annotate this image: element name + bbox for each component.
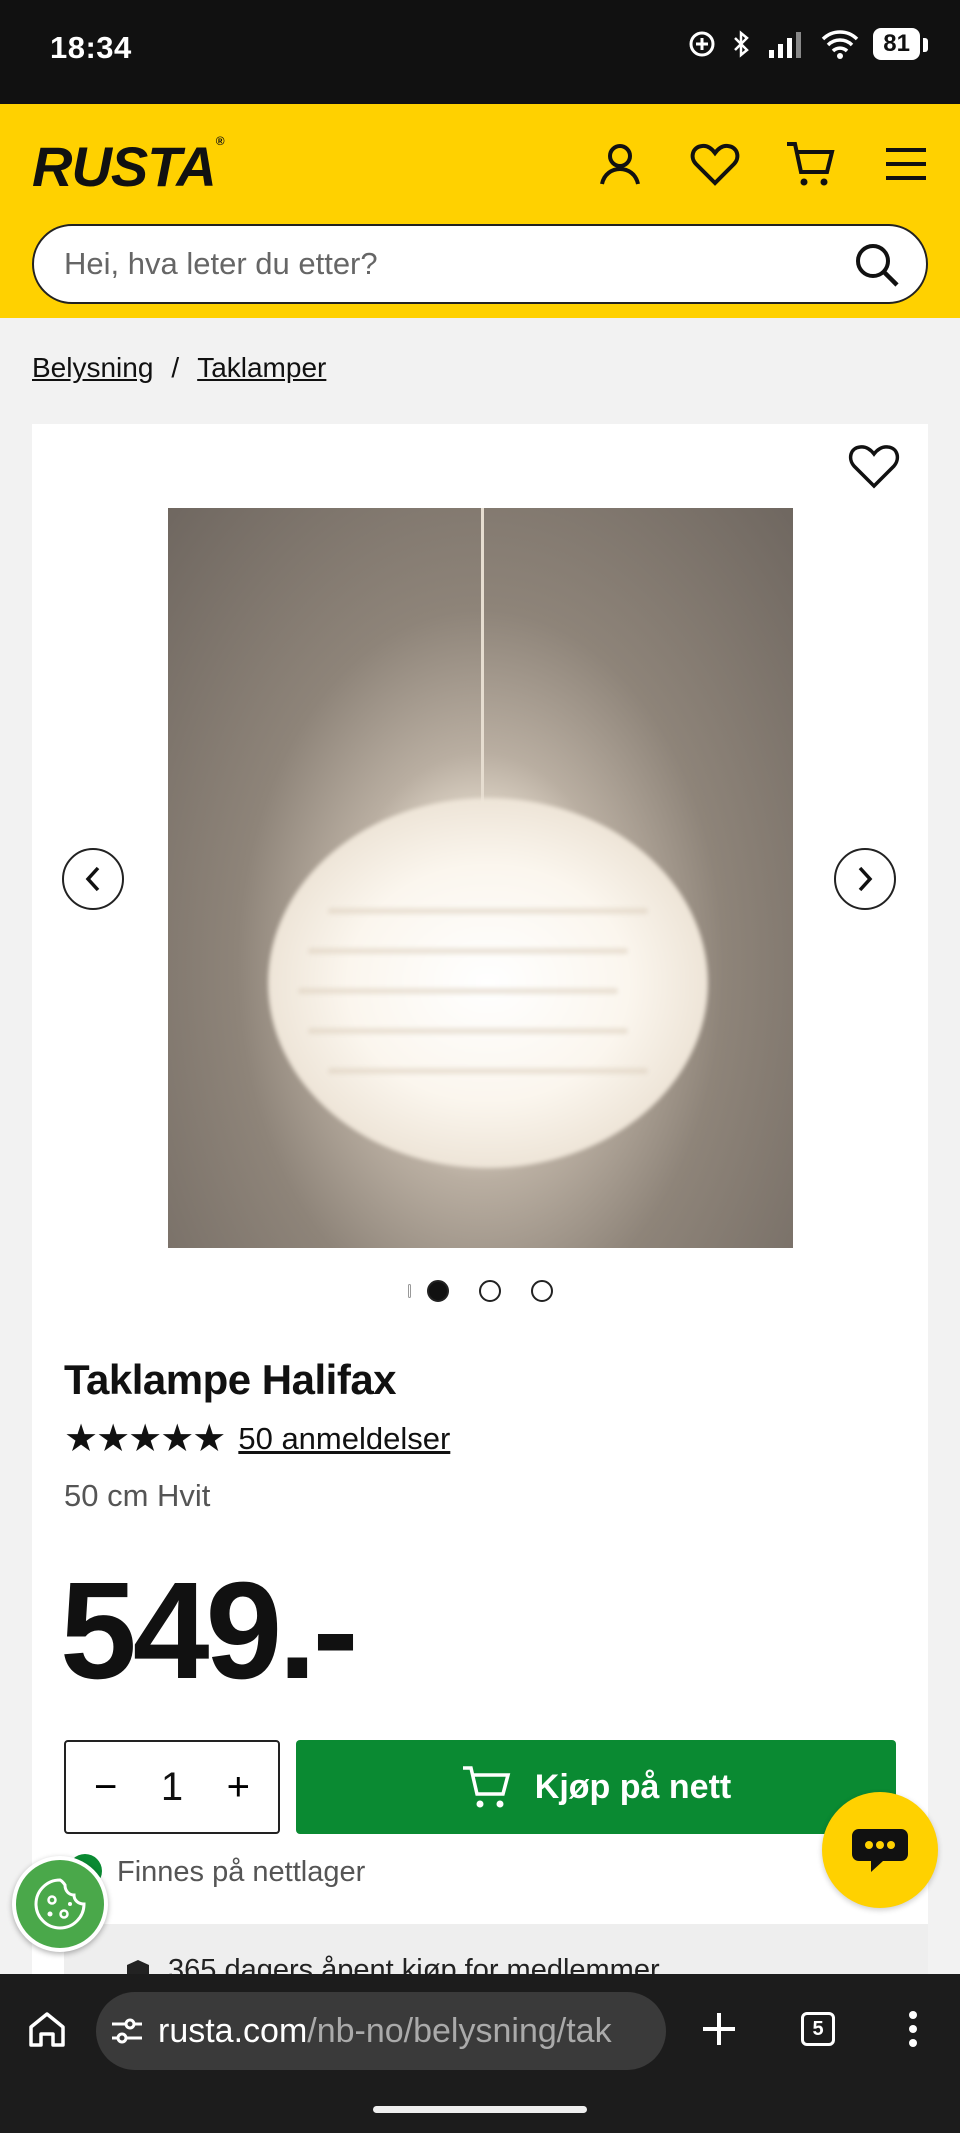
quantity-stepper: − 1 + xyxy=(64,1740,280,1834)
breadcrumb: Belysning / Taklamper xyxy=(32,352,326,384)
cookie-icon xyxy=(34,1878,86,1930)
cart-icon[interactable] xyxy=(780,134,840,194)
new-tab-icon[interactable] xyxy=(694,2004,744,2054)
site-header: RUSTA® xyxy=(0,104,960,318)
account-icon[interactable] xyxy=(590,134,650,194)
system-nav-bar xyxy=(0,2084,960,2133)
bluetooth-icon xyxy=(734,30,750,58)
home-icon[interactable] xyxy=(22,2004,72,2054)
carousel-prev-button[interactable] xyxy=(62,848,124,910)
wifi-icon xyxy=(822,30,859,59)
battery-indicator: 81 xyxy=(873,28,928,60)
lamp-cord xyxy=(481,508,484,818)
signal-icon xyxy=(769,32,802,58)
browser-toolbar: rusta.com/nb-no/belysning/tak 5 xyxy=(0,1974,960,2084)
cart-icon xyxy=(462,1766,511,1808)
carousel-dots xyxy=(32,1280,928,1302)
rusta-logo[interactable]: RUSTA® xyxy=(32,134,225,199)
carousel-dot-1[interactable] xyxy=(426,1280,449,1302)
chat-button[interactable] xyxy=(822,1792,938,1908)
rating-stars: ★★★★★ xyxy=(64,1418,226,1460)
menu-icon[interactable] xyxy=(876,134,936,194)
url-bar[interactable]: rusta.com/nb-no/belysning/tak xyxy=(96,1992,666,2070)
quantity-increase-button[interactable]: + xyxy=(227,1765,250,1810)
reviews-link[interactable]: 50 anmeldelser xyxy=(238,1421,450,1457)
browser-menu-icon[interactable] xyxy=(888,2004,938,2054)
chevron-right-icon xyxy=(858,866,873,892)
buy-online-button[interactable]: Kjøp på nett xyxy=(296,1740,896,1834)
url-path: /nb-no/belysning/tak xyxy=(307,2011,612,2050)
wishlist-icon[interactable] xyxy=(685,134,745,194)
product-rating: ★★★★★ 50 anmeldelser xyxy=(64,1416,450,1461)
product-image xyxy=(168,508,793,1248)
tab-switcher-button[interactable]: 5 xyxy=(793,2004,843,2054)
tab-count: 5 xyxy=(801,2012,835,2046)
lamp-shade xyxy=(268,798,708,1168)
status-time: 18:34 xyxy=(50,30,132,65)
quantity-value: 1 xyxy=(160,1764,184,1809)
quantity-decrease-button[interactable]: − xyxy=(94,1765,117,1810)
breadcrumb-belysning[interactable]: Belysning xyxy=(32,352,153,384)
product-variant: 50 cm Hvit xyxy=(64,1478,211,1513)
alarm-icon xyxy=(689,31,715,57)
status-icons: 81 xyxy=(687,28,928,60)
carousel-dot-3[interactable] xyxy=(530,1280,553,1302)
site-settings-icon[interactable] xyxy=(110,2016,144,2046)
favorite-heart-icon[interactable] xyxy=(848,440,900,492)
search-bar xyxy=(32,224,928,304)
carousel-dot-peek xyxy=(407,1284,411,1298)
chat-bubble-icon xyxy=(852,1829,908,1872)
url-host: rusta.com xyxy=(158,2011,308,2050)
product-card: Taklampe Halifax ★★★★★ 50 anmeldelser 50… xyxy=(32,424,928,2133)
chevron-left-icon xyxy=(85,866,100,892)
breadcrumb-separator: / xyxy=(171,352,180,383)
product-price: 549.- xyxy=(60,1554,359,1708)
carousel-dot-2[interactable] xyxy=(478,1280,501,1302)
status-bar: 18:34 81 xyxy=(0,0,960,104)
carousel-next-button[interactable] xyxy=(834,848,896,910)
search-input[interactable] xyxy=(64,244,844,284)
buy-button-label: Kjøp på nett xyxy=(534,1767,732,1806)
cookie-settings-button[interactable] xyxy=(12,1856,108,1952)
stock-status: Finnes på nettlager xyxy=(117,1856,366,1888)
breadcrumb-taklamper[interactable]: Taklamper xyxy=(197,352,326,384)
home-gesture-handle[interactable] xyxy=(373,2106,587,2113)
product-title: Taklampe Halifax xyxy=(64,1356,397,1403)
search-icon[interactable] xyxy=(854,242,900,288)
